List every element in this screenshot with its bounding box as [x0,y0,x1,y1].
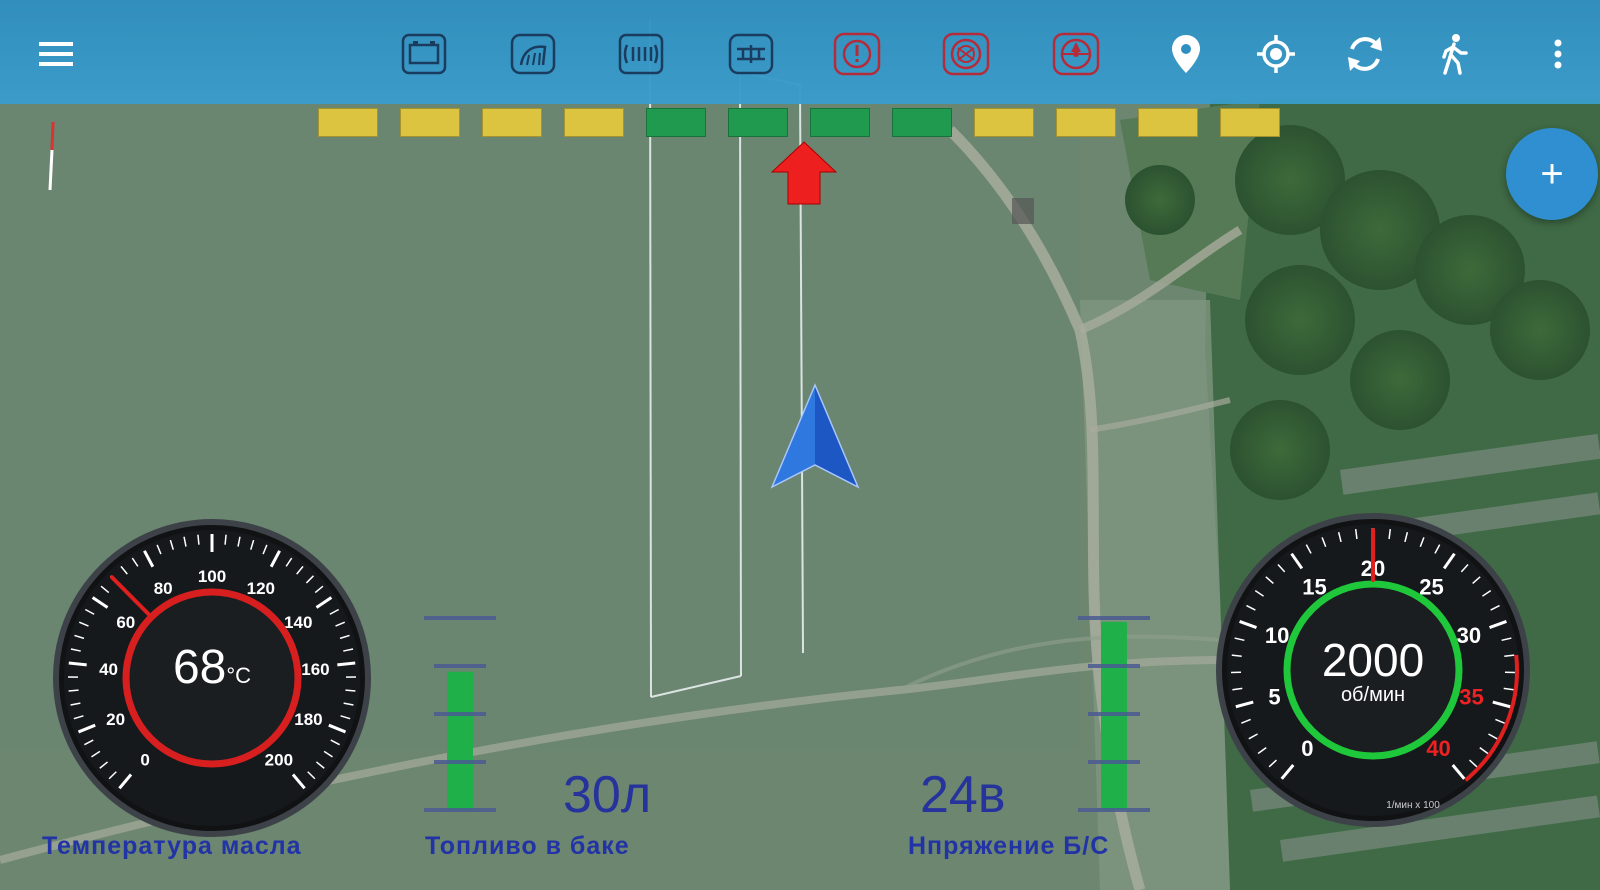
minor-tick [224,534,227,545]
tick-label: 10 [1265,623,1289,648]
minor-tick [345,689,356,692]
target-direction-arrow [770,141,838,205]
tick-label: 60 [116,613,135,632]
engine-cooling-warning-icon[interactable] [507,28,559,80]
tick-label: 40 [1426,736,1450,761]
tick-label: 30 [1457,623,1481,648]
voltage-label: Нпряжение Б/С [908,832,1110,860]
section-11-indicator [1138,108,1198,137]
tick-label: 5 [1268,684,1280,709]
section-10-indicator [1056,108,1116,137]
tick-label: 80 [154,579,173,598]
minor-tick [197,534,200,545]
major-tick [68,661,87,667]
gps-target-icon[interactable] [1250,28,1302,80]
tick-label: 180 [294,710,322,729]
tick-label: 20 [106,710,125,729]
scale-mark [434,712,486,716]
oil-temperature-value: 68°C [172,641,252,694]
section-8-indicator [892,108,952,137]
more-vert-icon[interactable] [1538,28,1578,80]
major-tick [337,661,356,667]
location-pin-icon[interactable] [1160,28,1212,80]
section-3-indicator [482,108,542,137]
add-button[interactable]: + [1506,128,1598,220]
tick-label: 160 [301,660,329,679]
section-6-indicator [728,108,788,137]
scale-mark [1088,712,1140,716]
section-5-indicator [646,108,706,137]
section-4-indicator [564,108,624,137]
fuel-level-bar [420,608,500,818]
tick-label: 25 [1419,574,1443,599]
brake-warning-icon[interactable] [940,28,992,80]
minor-tick [68,689,79,692]
parking-brake-warning-icon[interactable] [1050,28,1102,80]
minor-tick [1504,654,1515,657]
oil-pressure-warning-icon[interactable] [831,28,883,80]
tick-label: 0 [140,751,149,770]
section-9-indicator [974,108,1034,137]
tick-label: 40 [99,660,118,679]
battery-warning-icon[interactable] [398,28,450,80]
glow-plug-warning-icon[interactable] [615,28,667,80]
section-7-indicator [810,108,870,137]
scale-mark [434,760,486,764]
scale-mark [434,664,486,668]
tick-label: 0 [1301,736,1313,761]
vehicle-position-marker [770,383,860,489]
section-1-indicator [318,108,378,137]
rpm-value: 2000 об/мин [1321,634,1425,706]
walk-icon[interactable] [1428,28,1480,80]
minor-tick [1231,654,1242,657]
voltage-value: 24в [920,766,1006,824]
fuel-level-fill [447,671,473,810]
voltage-level-bar [1074,608,1154,818]
tick-label: 35 [1459,684,1483,709]
scale-mark [1088,760,1140,764]
scale-mark [424,616,496,620]
section-2-indicator [400,108,460,137]
scale-mark [1088,664,1140,668]
tick-label: 100 [198,567,226,586]
sync-icon[interactable] [1339,28,1391,80]
scale-mark [1078,808,1150,812]
scale-mark [1078,616,1150,620]
tick-label: 200 [265,751,293,770]
fuel-value: 30л [563,766,652,824]
oil-temperature-label: Температура масла [42,832,302,860]
fuel-label: Топливо в баке [425,832,630,860]
tick-label: 140 [284,613,312,632]
tick-label: 15 [1302,574,1326,599]
tick-label: 120 [247,579,275,598]
hamburger-menu-icon[interactable] [30,28,82,80]
transmission-warning-icon[interactable] [725,28,777,80]
compass-needle-icon [48,121,55,191]
scale-mark [424,808,496,812]
section-12-indicator [1220,108,1280,137]
gauge-multiplier: 1/мин x 100 [1386,800,1440,811]
